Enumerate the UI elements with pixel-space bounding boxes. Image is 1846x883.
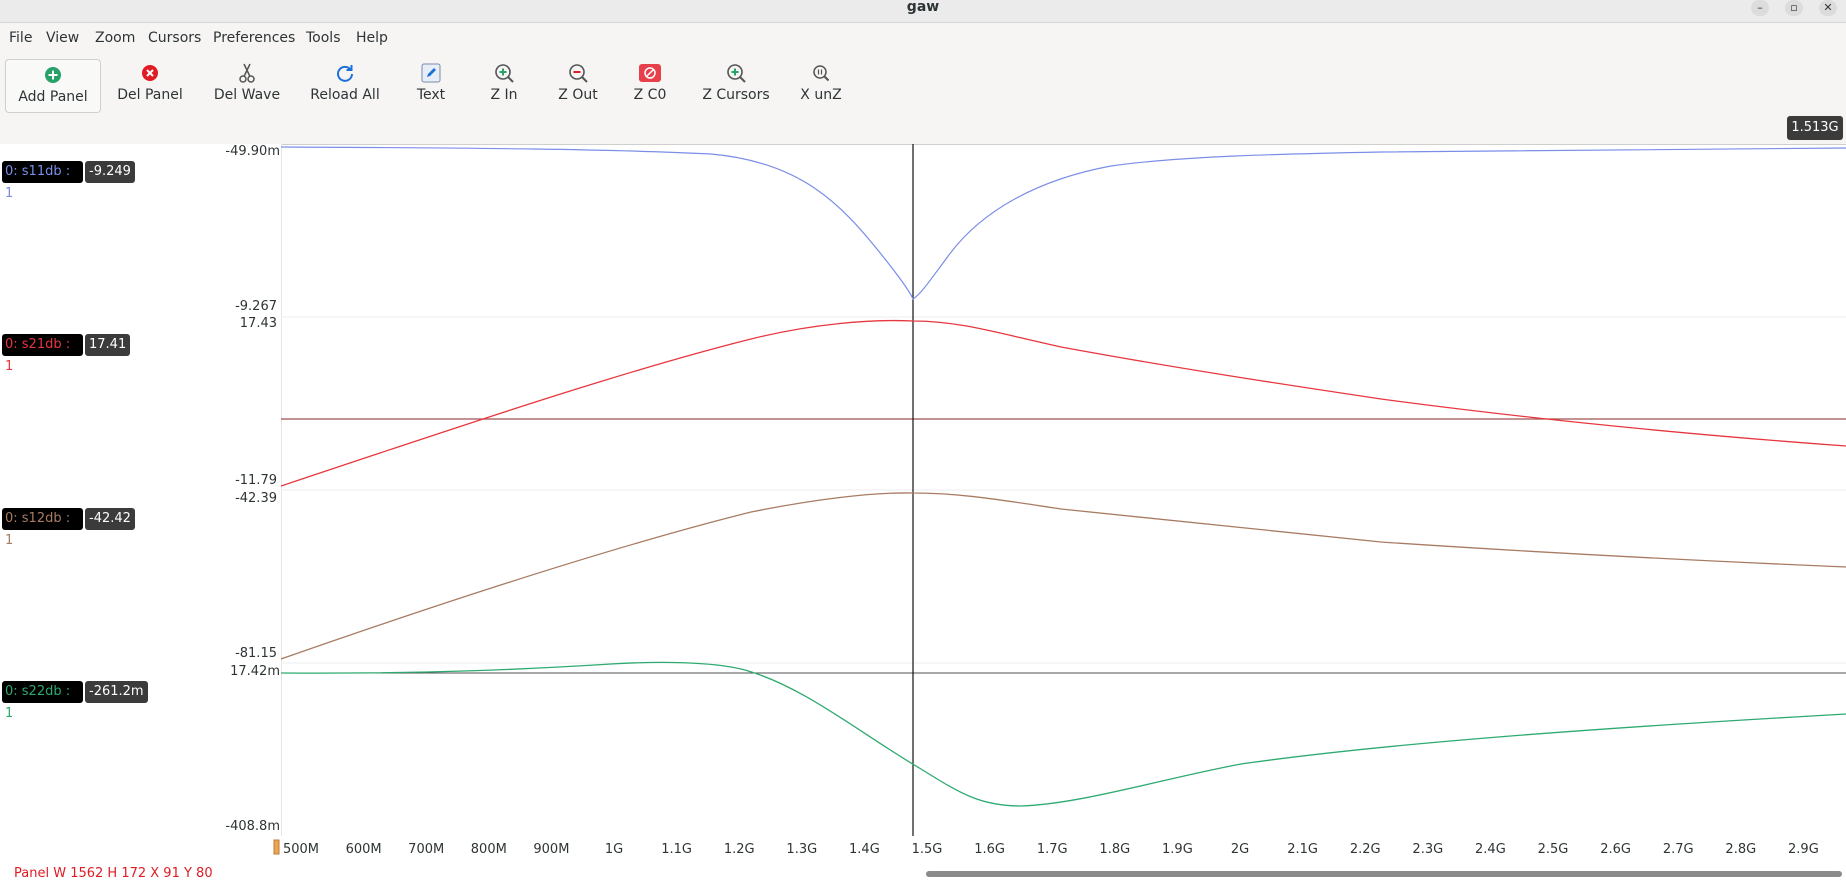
text-button[interactable]: Text	[407, 58, 455, 112]
y-min-s12db: -81.15	[235, 646, 277, 661]
x-tick-label: 2.2G	[1350, 842, 1381, 857]
x-tick-label: 1.5G	[912, 842, 943, 857]
wave-value-s21db: 17.41	[85, 334, 131, 356]
y-min-s21db: -11.79	[235, 473, 277, 488]
maximize-button[interactable]: ▫	[1785, 0, 1803, 16]
x-circle-icon	[142, 65, 158, 81]
menu-help[interactable]: Help	[356, 30, 388, 46]
menu-bar: File View Zoom Cursors Preferences Tools…	[0, 23, 1846, 52]
reload-all-label: Reload All	[310, 87, 380, 103]
add-panel-label: Add Panel	[18, 89, 88, 105]
menu-cursors[interactable]: Cursors	[148, 30, 201, 46]
y-max-s12db: -42.39	[235, 491, 277, 506]
text-label: Text	[416, 87, 446, 103]
reload-all-button[interactable]: Reload All	[305, 58, 385, 112]
panel-separators	[281, 316, 1846, 664]
menu-preferences[interactable]: Preferences	[213, 30, 295, 46]
zoom-out-icon	[569, 64, 588, 83]
zoom-out-button[interactable]: Z Out	[556, 58, 600, 112]
y-max-s11db: -49.90m	[225, 144, 280, 159]
zoom-in-icon	[495, 64, 514, 83]
minimize-button[interactable]: –	[1751, 0, 1769, 16]
add-panel-button[interactable]: Add Panel	[5, 59, 101, 113]
x-tick-label: 1.2G	[724, 842, 755, 857]
x-tick-label: 1.1G	[661, 842, 692, 857]
x-tick-label: 2.1G	[1287, 842, 1318, 857]
x-tick-label: 800M	[471, 842, 507, 857]
x-unzoom-icon	[813, 65, 830, 82]
x-unzoom-label: X unZ	[800, 87, 842, 103]
x-tick-label: 700M	[408, 842, 444, 857]
x-tick-label: 900M	[533, 842, 569, 857]
zoom-in-label: Z In	[490, 87, 518, 103]
wave-value-s12db: -42.42	[85, 508, 135, 530]
menu-zoom[interactable]: Zoom	[95, 30, 135, 46]
reload-icon	[337, 65, 353, 82]
x-tick-label: 2.9G	[1788, 842, 1819, 857]
x-tick-label: 1G	[605, 842, 623, 857]
x-axis: 500M 600M 700M 800M 900M 1G 1.1G 1.2G 1.3G 1.4G 1.…	[273, 839, 1819, 857]
menu-tools[interactable]: Tools	[306, 30, 341, 46]
wave-label-s11db[interactable]: 0: s11db : 1	[2, 161, 83, 201]
zoom-cursors-button[interactable]: Z Cursors	[700, 58, 772, 112]
y-max-s21db: 17.43	[239, 316, 277, 331]
x-tick-label: 2.6G	[1600, 842, 1631, 857]
wave-trace-s22db	[281, 661, 1846, 807]
del-panel-button[interactable]: Del Panel	[110, 58, 190, 112]
del-wave-label: Del Wave	[213, 87, 281, 103]
zoom-cursors-label: Z Cursors	[702, 87, 770, 103]
wave-trace-s12db	[281, 492, 1846, 660]
menu-view[interactable]: View	[46, 30, 79, 46]
window-title: gaw	[906, 0, 940, 15]
cursor-readout: 1.513G	[1787, 116, 1843, 140]
wave-trace-s21db	[281, 319, 1846, 487]
zoom-c0-button[interactable]: Z C0	[630, 58, 670, 112]
x-tick-label: 500M	[283, 842, 319, 857]
pencil-icon	[421, 63, 441, 83]
wave-label-s22db[interactable]: 0: s22db : 1	[2, 681, 83, 721]
horizontal-scrollbar[interactable]	[926, 871, 1842, 877]
x-tick-label: 2.3G	[1412, 842, 1443, 857]
x-tick-label: 1.6G	[974, 842, 1005, 857]
scissors-icon	[239, 63, 255, 83]
y-min-s22db: -408.8m	[225, 819, 280, 834]
status-text: Panel W 1562 H 172 X 91 Y 80	[14, 866, 213, 881]
x-axis-ticks: 500M 600M 700M 800M 900M 1G 1.1G 1.2G 1.3G 1.4G 1.…	[283, 842, 1819, 857]
y-min-s11db: -9.267	[235, 299, 277, 314]
wave-label-s21db[interactable]: 0: s21db : 1	[2, 334, 83, 374]
toolbar: Add Panel Del Panel Del Wave Reload All …	[0, 52, 1846, 145]
wave-value-s11db: -9.249	[85, 161, 135, 183]
x-axis-marker-icon	[273, 839, 280, 855]
x-tick-label: 1.8G	[1099, 842, 1130, 857]
x-tick-label: 2.5G	[1538, 842, 1569, 857]
x-tick-label: 600M	[346, 842, 382, 857]
wave-label-s12db[interactable]: 0: s12db : 1	[2, 508, 83, 548]
x-tick-label: 2.8G	[1725, 842, 1756, 857]
del-wave-button[interactable]: Del Wave	[207, 58, 287, 112]
zoom-out-label: Z Out	[558, 87, 598, 103]
zoom-c0-label: Z C0	[633, 87, 667, 103]
x-tick-label: 1.7G	[1037, 842, 1068, 857]
menu-file[interactable]: File	[9, 30, 32, 46]
x-tick-label: 1.9G	[1162, 842, 1193, 857]
x-tick-label: 2.7G	[1663, 842, 1694, 857]
status-bar: Panel W 1562 H 172 X 91 Y 80	[0, 860, 1846, 883]
wave-value-s22db: -261.2m	[85, 681, 148, 703]
x-tick-label: 1.4G	[849, 842, 880, 857]
window-titlebar: gaw – ▫ ✕	[0, 0, 1846, 23]
waveform-plot-area[interactable]	[281, 144, 1846, 836]
wave-list-panel: 0: s11db : 1 -9.249 -49.90m -9.267 0: s2…	[0, 144, 282, 836]
zoom-cursors-icon	[727, 64, 746, 83]
del-panel-label: Del Panel	[117, 87, 183, 103]
close-button[interactable]: ✕	[1819, 0, 1837, 16]
x-tick-label: 2.4G	[1475, 842, 1506, 857]
x-unzoom-button[interactable]: X unZ	[798, 58, 844, 112]
plus-circle-icon	[45, 67, 61, 83]
zoom-c0-icon	[639, 64, 661, 82]
x-tick-label: 1.3G	[786, 842, 817, 857]
zoom-in-button[interactable]: Z In	[484, 58, 524, 112]
wave-trace-s11db	[281, 146, 1846, 300]
y-max-s22db: 17.42m	[230, 664, 280, 679]
x-tick-label: 2G	[1231, 842, 1249, 857]
